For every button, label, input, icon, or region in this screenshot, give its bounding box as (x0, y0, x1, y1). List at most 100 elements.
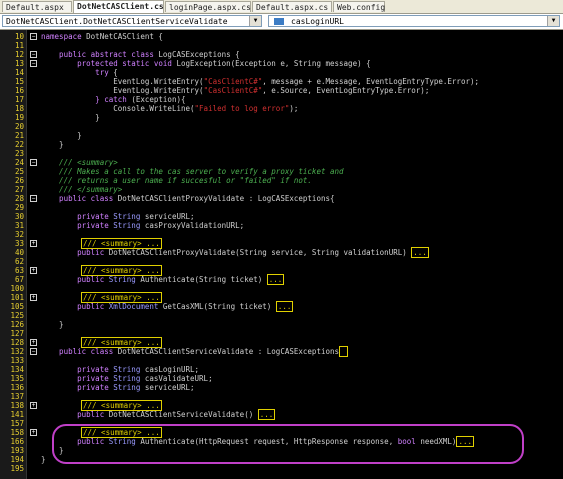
line-number: 194 (10, 455, 24, 464)
code-text: } (41, 131, 82, 140)
code-line[interactable]: 28− public class DotNetCASClientProxyVal… (0, 194, 563, 203)
member-selector-dropdown[interactable]: casLoginURL ▼ (268, 15, 560, 27)
code-token: } (41, 455, 46, 464)
code-line[interactable]: 29 (0, 203, 563, 212)
code-line[interactable]: 23 (0, 149, 563, 158)
code-text: public class DotNetCASClientProxyValidat… (41, 194, 334, 203)
code-text: EventLog.WriteEntry("CasClientC#", e.Sou… (41, 86, 429, 95)
code-line[interactable]: 22 } (0, 140, 563, 149)
line-number: 132 (10, 347, 24, 356)
tab-default-aspx[interactable]: Default.aspx (2, 1, 72, 12)
code-token: serviceURL; (144, 212, 195, 221)
line-number: 26 (14, 176, 24, 185)
line-number: 30 (14, 212, 24, 221)
code-line[interactable]: 16 EventLog.WriteEntry("CasClientC#", e.… (0, 86, 563, 95)
line-number: 136 (10, 383, 24, 392)
code-text: } catch (Exception){ (41, 95, 185, 104)
code-editor[interactable]: 10− namespace DotNetCASClient {11 12− publ… (0, 30, 563, 479)
collapse-icon[interactable]: − (30, 33, 37, 40)
code-line[interactable]: 136 private String serviceURL; (0, 383, 563, 392)
code-line[interactable]: 18 Console.WriteLine("Failed to log erro… (0, 104, 563, 113)
code-token: String (113, 365, 145, 374)
tab-web-config[interactable]: Web.config (333, 1, 385, 12)
tab-loginpage-aspx-cs[interactable]: loginPage.aspx.cs (165, 1, 251, 12)
code-line[interactable]: 132− public class DotNetCASClientService… (0, 346, 563, 357)
expand-icon[interactable]: + (30, 267, 37, 274)
collapse-icon[interactable]: − (30, 195, 37, 202)
code-text: /// <summary> (41, 158, 118, 167)
expand-icon[interactable]: + (30, 294, 37, 301)
code-line[interactable]: 12− public abstract class LogCASExceptio… (0, 50, 563, 59)
code-line[interactable]: 126 } (0, 320, 563, 329)
code-line[interactable]: 128 + /// <summary> ... (0, 337, 563, 348)
line-number: 100 (10, 284, 24, 293)
code-line[interactable]: 19 } (0, 113, 563, 122)
code-line[interactable]: 138 + /// <summary> ... (0, 400, 563, 411)
code-line[interactable]: 134 private String casLoginURL; (0, 365, 563, 374)
code-line[interactable]: 33 + /// <summary> ... (0, 238, 563, 249)
code-line[interactable]: 135 private String casValidateURL; (0, 374, 563, 383)
code-text: private String serviceURL; (41, 212, 195, 221)
line-number: 32 (14, 230, 24, 239)
code-token: /// <summary> (41, 158, 118, 167)
code-line[interactable]: 14 try { (0, 68, 563, 77)
code-token: private (41, 374, 114, 383)
code-line[interactable]: 11 (0, 41, 563, 50)
line-number: 13 (14, 59, 24, 68)
line-number: 63 (14, 266, 24, 275)
code-line[interactable]: 24− /// <summary> (0, 158, 563, 167)
code-line[interactable]: 133 (0, 356, 563, 365)
code-line[interactable]: 40 public DotNetCASClientProxyValidate(S… (0, 247, 563, 258)
code-line[interactable]: 195 (0, 464, 563, 473)
expand-icon[interactable]: + (30, 339, 37, 346)
member-selector-value: casLoginURL (291, 17, 344, 26)
line-number: 19 (14, 113, 24, 122)
line-number: 133 (10, 356, 24, 365)
code-line[interactable]: 105 public XmlDocument GetCasXML(String … (0, 301, 563, 312)
code-line[interactable]: 26 /// returns a user name if succesful … (0, 176, 563, 185)
code-line[interactable]: 141 public DotNetCASClientServiceValidat… (0, 409, 563, 420)
code-text: } (41, 113, 100, 122)
tab-dotnetcasclient-cs[interactable]: DotNetCASClient.cs (73, 0, 164, 13)
code-token: try (41, 68, 114, 77)
code-line[interactable]: 15 EventLog.WriteEntry("CasClientC#", me… (0, 77, 563, 86)
code-text: /// <summary> ... (41, 400, 162, 411)
code-line[interactable]: 20 (0, 122, 563, 131)
code-token: private (41, 212, 114, 221)
line-number: 62 (14, 257, 24, 266)
class-selector-dropdown[interactable]: DotNetCASClient.DotNetCASClientServiceVa… (2, 15, 262, 27)
code-token: /// Makes a call to the cas server to ve… (41, 167, 344, 176)
expand-icon[interactable]: + (30, 402, 37, 409)
code-token: String (113, 212, 145, 221)
collapse-icon[interactable]: − (30, 60, 37, 67)
line-number: 138 (10, 401, 24, 410)
collapse-icon[interactable]: − (30, 159, 37, 166)
expand-icon[interactable]: + (30, 240, 37, 247)
line-number: 22 (14, 140, 24, 149)
code-line[interactable]: 125 (0, 311, 563, 320)
code-token: private (41, 365, 114, 374)
line-number: 33 (14, 239, 24, 248)
code-text: /// <summary> ... (41, 292, 162, 303)
code-token: ); (289, 104, 299, 113)
code-line[interactable]: 17 } catch (Exception){ (0, 95, 563, 104)
code-line[interactable]: 30 private String serviceURL; (0, 212, 563, 221)
collapse-icon[interactable]: − (30, 348, 37, 355)
code-line[interactable]: 25 /// Makes a call to the cas server to… (0, 167, 563, 176)
code-token: DotNetCASClientServiceValidate : LogCASE… (117, 347, 340, 356)
code-text: public DotNetCASClientServiceValidate() … (41, 409, 276, 420)
code-line[interactable]: 31 private String casProxyValidationURL; (0, 221, 563, 230)
code-line[interactable]: 27 /// </summary> (0, 185, 563, 194)
code-line[interactable]: 13− protected static void LogException(E… (0, 59, 563, 68)
tab-default-aspx-cs[interactable]: Default.aspx.cs (252, 1, 332, 12)
code-line[interactable]: 10− namespace DotNetCASClient { (0, 32, 563, 41)
expand-icon[interactable]: + (30, 429, 37, 436)
code-text: /// </summary> (41, 185, 122, 194)
collapse-icon[interactable]: − (30, 51, 37, 58)
code-line[interactable]: 21 } (0, 131, 563, 140)
code-token: private (41, 221, 114, 230)
line-number: 134 (10, 365, 24, 374)
code-line[interactable]: 67 public String Authenticate(String tic… (0, 274, 563, 285)
code-token: LogCASExceptions { (158, 50, 240, 59)
code-token: /// returns a user name if succesful or … (41, 176, 312, 185)
